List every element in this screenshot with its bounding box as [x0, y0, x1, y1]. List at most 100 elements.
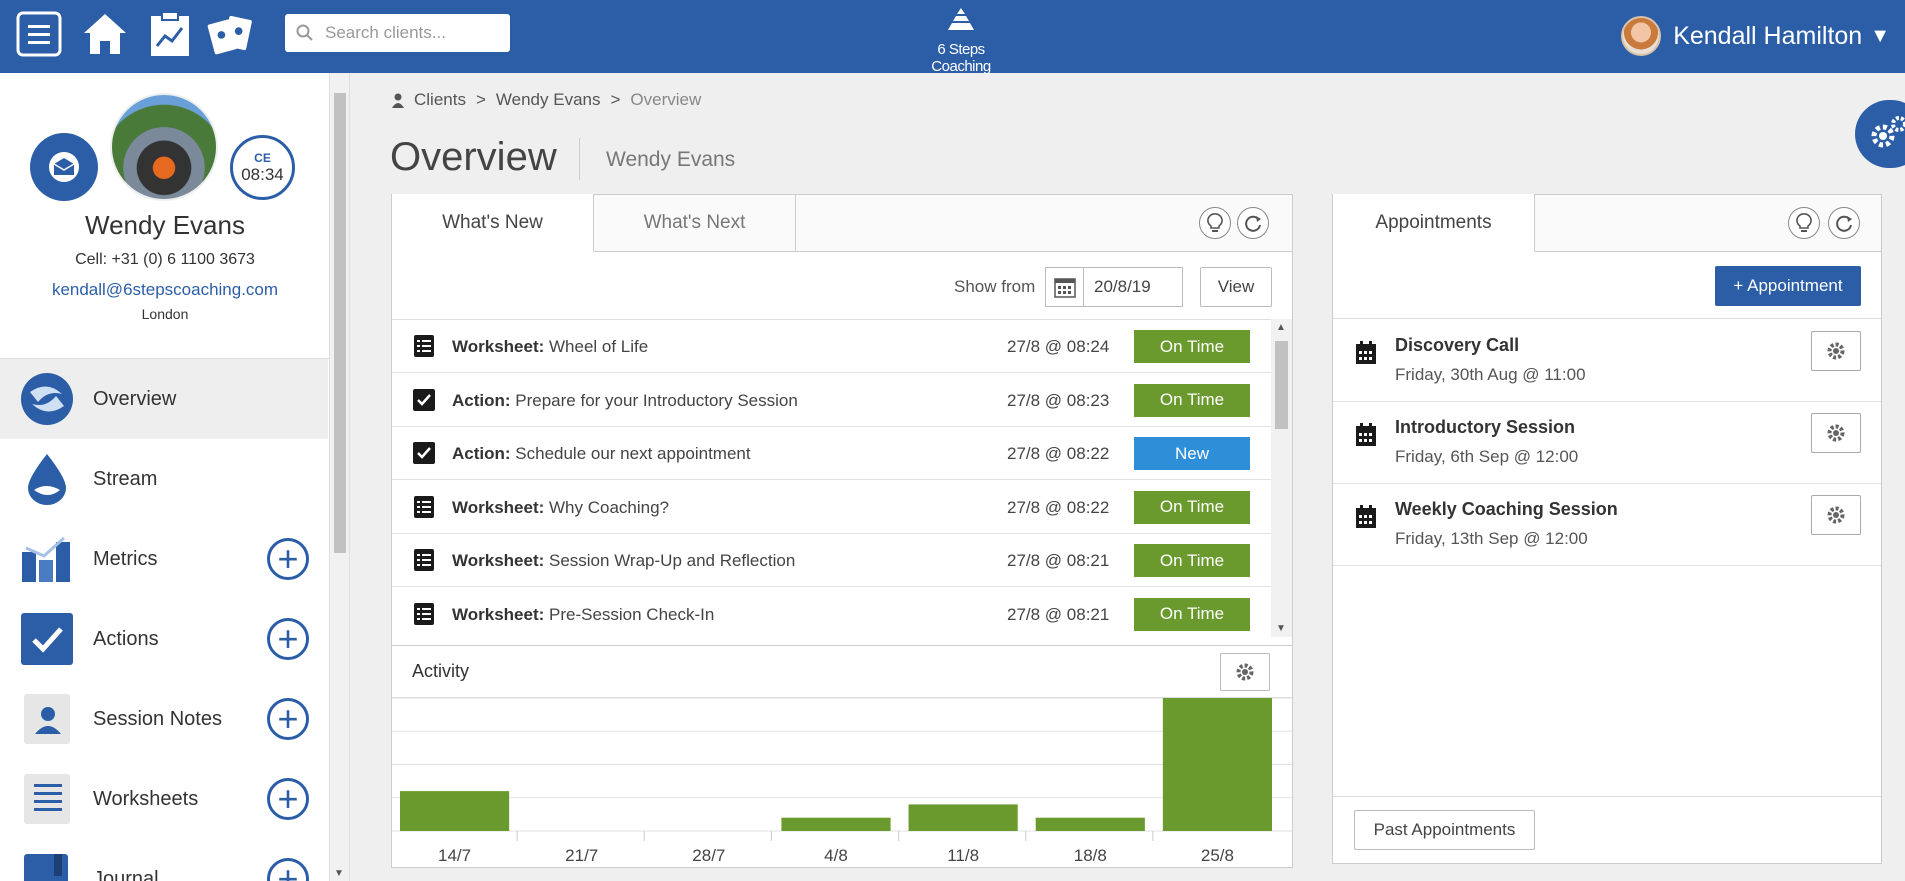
- sidebar-item-label: Worksheets: [93, 787, 199, 810]
- date-picker[interactable]: 20/8/19: [1045, 267, 1183, 307]
- add-metric-button[interactable]: +: [267, 538, 309, 580]
- list-item[interactable]: Worksheet: Pre-Session Check-In 27/8 @ 08…: [392, 588, 1271, 638]
- x-tick-label: 14/7: [438, 846, 471, 865]
- item-time: 27/8 @ 08:21: [1007, 604, 1110, 624]
- list-scroll-thumb[interactable]: [1275, 341, 1288, 429]
- view-button[interactable]: View: [1200, 267, 1272, 307]
- checkbox-icon: [412, 388, 436, 412]
- breadcrumb-clients[interactable]: Clients: [414, 90, 466, 110]
- settings-gears-button[interactable]: [1855, 100, 1905, 168]
- brand-name: 6 Steps Coaching: [931, 41, 991, 75]
- item-time: 27/8 @ 08:22: [1007, 444, 1110, 463]
- activity-bar[interactable]: [1035, 817, 1145, 831]
- activity-bar[interactable]: [400, 791, 510, 831]
- lightbulb-icon[interactable]: [1199, 207, 1231, 239]
- worksheet-icon: [412, 602, 436, 626]
- scroll-down-arrow-icon[interactable]: ▼: [334, 868, 344, 879]
- worksheet-icon: [412, 548, 436, 572]
- x-tick-label: 11/8: [947, 846, 979, 865]
- activity-bar[interactable]: [781, 817, 891, 831]
- list-item[interactable]: Worksheet: Session Wrap-Up and Reflectio…: [392, 534, 1271, 587]
- brand-logo[interactable]: 6 Steps Coaching: [915, 6, 1007, 75]
- item-title[interactable]: Worksheet: Session Wrap-Up and Reflectio…: [452, 551, 795, 571]
- scroll-up-arrow-icon[interactable]: ▲: [1276, 322, 1286, 333]
- tab-appointments[interactable]: Appointments: [1333, 194, 1535, 252]
- appointment-settings-button[interactable]: [1811, 495, 1861, 535]
- session-notes-icon: [20, 692, 74, 746]
- appointment-title[interactable]: Discovery Call: [1395, 335, 1519, 356]
- sidebar-item-label: Stream: [93, 467, 158, 490]
- activity-header: Activity: [392, 645, 1292, 698]
- sidebar-item-overview[interactable]: Overview: [0, 359, 328, 439]
- menu-icon[interactable]: [15, 10, 63, 58]
- tickets-icon[interactable]: [207, 10, 255, 58]
- client-email-link[interactable]: kendall@6stepscoaching.com: [0, 280, 329, 300]
- calendar-icon: [1355, 341, 1377, 370]
- date-value[interactable]: 20/8/19: [1084, 277, 1151, 297]
- list-item[interactable]: Action: Schedule our next appointment 27/…: [392, 427, 1271, 480]
- sidebar-item-actions[interactable]: Actions +: [0, 599, 328, 679]
- sidebar-scrollbar[interactable]: ▼: [330, 73, 350, 881]
- user-menu[interactable]: Kendall Hamilton ▼: [1621, 14, 1890, 58]
- item-title[interactable]: Action: Prepare for your Introductory Se…: [452, 391, 798, 411]
- item-title[interactable]: Worksheet: Pre-Session Check-In: [452, 605, 714, 625]
- sidebar-item-stream[interactable]: Stream: [0, 439, 328, 519]
- x-tick-label: 28/7: [692, 846, 725, 865]
- sidebar-item-worksheets[interactable]: Worksheets +: [0, 759, 328, 839]
- home-icon[interactable]: [81, 10, 129, 58]
- list-item[interactable]: Worksheet: Wheel of Life 27/8 @ 08:24 On T…: [392, 320, 1271, 373]
- x-tick-label: 25/8: [1201, 846, 1234, 865]
- add-worksheet-button[interactable]: +: [267, 778, 309, 820]
- sidebar-scroll-thumb[interactable]: [334, 93, 346, 553]
- add-action-button[interactable]: +: [267, 618, 309, 660]
- add-session-note-button[interactable]: +: [267, 698, 309, 740]
- appointment-item[interactable]: Weekly Coaching Session Friday, 13th Sep …: [1333, 483, 1881, 566]
- ce-clock-badge[interactable]: CE 08:34: [230, 135, 295, 200]
- sidebar-item-metrics[interactable]: Metrics +: [0, 519, 328, 599]
- add-journal-button[interactable]: +: [267, 858, 309, 881]
- refresh-icon[interactable]: [1828, 207, 1860, 239]
- tab-whats-next[interactable]: What's Next: [594, 194, 796, 252]
- list-scrollbar[interactable]: ▲ ▼: [1271, 319, 1292, 637]
- scroll-down-arrow-icon[interactable]: ▼: [1276, 623, 1286, 634]
- activity-bar[interactable]: [1162, 698, 1272, 831]
- appointment-title[interactable]: Weekly Coaching Session: [1395, 499, 1618, 520]
- status-badge: On Time: [1134, 330, 1250, 363]
- search-input[interactable]: [325, 23, 500, 43]
- sidebar-item-session-notes[interactable]: Session Notes +: [0, 679, 328, 759]
- calendar-icon[interactable]: [1046, 268, 1084, 306]
- appointment-item[interactable]: Discovery Call Friday, 30th Aug @ 11:00: [1333, 319, 1881, 402]
- refresh-icon[interactable]: [1237, 207, 1269, 239]
- appointment-title[interactable]: Introductory Session: [1395, 417, 1575, 438]
- appointment-settings-button[interactable]: [1811, 331, 1861, 371]
- user-name: Kendall Hamilton: [1673, 21, 1863, 50]
- search-icon: [285, 24, 325, 42]
- search-box[interactable]: [285, 14, 510, 52]
- tab-whats-new[interactable]: What's New: [392, 194, 594, 252]
- item-title[interactable]: Action: Schedule our next appointment: [452, 444, 751, 464]
- reports-icon[interactable]: [146, 10, 194, 58]
- activity-settings-button[interactable]: [1220, 653, 1270, 691]
- client-name: Wendy Evans: [85, 210, 245, 240]
- appointment-settings-button[interactable]: [1811, 413, 1861, 453]
- appointment-item[interactable]: Introductory Session Friday, 6th Sep @ 12…: [1333, 401, 1881, 484]
- status-badge: On Time: [1134, 544, 1250, 577]
- lightbulb-icon[interactable]: [1788, 207, 1820, 239]
- breadcrumb-client[interactable]: Wendy Evans: [496, 90, 601, 110]
- activity-bar[interactable]: [908, 804, 1018, 831]
- worksheet-icon: [412, 334, 436, 358]
- worksheets-icon: [20, 772, 74, 826]
- message-button[interactable]: [30, 133, 98, 201]
- past-appointments-button[interactable]: Past Appointments: [1354, 810, 1535, 850]
- breadcrumb-current: Overview: [630, 90, 702, 109]
- sidebar-item-journal[interactable]: Journal +: [0, 839, 328, 881]
- list-item[interactable]: Action: Prepare for your Introductory Se…: [392, 374, 1271, 427]
- person-icon: [392, 93, 404, 108]
- item-title[interactable]: Worksheet: Why Coaching?: [452, 498, 669, 518]
- caret-down-icon: ▼: [1870, 24, 1890, 47]
- whats-new-panel: What's New What's Next Show from 20/8/19…: [391, 194, 1293, 868]
- item-title[interactable]: Worksheet: Wheel of Life: [452, 337, 648, 357]
- list-item[interactable]: Worksheet: Why Coaching? 27/8 @ 08:22 On T…: [392, 481, 1271, 534]
- add-appointment-button[interactable]: + Appointment: [1715, 266, 1861, 306]
- status-badge: On Time: [1134, 490, 1250, 524]
